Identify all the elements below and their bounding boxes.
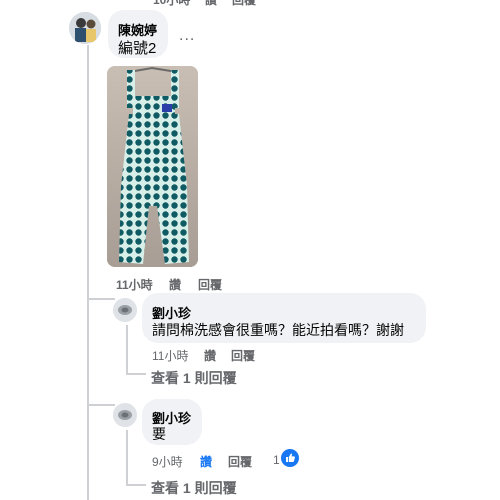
thread-line-connector-1 [87, 298, 115, 300]
reply-2-text: 要 [152, 426, 166, 442]
reply-1-avatar[interactable] [113, 298, 137, 322]
reply-1-reply-link[interactable]: 回覆 [231, 347, 255, 364]
thread-line-connector-2 [87, 404, 115, 406]
comment-time[interactable]: 11小時 [116, 276, 153, 293]
thread-line-main [87, 45, 89, 500]
thread-line-sub-2 [126, 430, 128, 486]
comment-text: 編號2 [118, 40, 157, 57]
thread-line-sub-2-hook [126, 484, 146, 486]
comment-reply-link[interactable]: 回覆 [198, 276, 222, 293]
thread-line-sub-1 [126, 325, 128, 375]
like-reaction-icon[interactable] [281, 449, 299, 467]
reply-2-view-replies[interactable]: 查看 1 則回覆 [151, 478, 237, 498]
reply-1-view-replies[interactable]: 查看 1 則回覆 [151, 368, 237, 388]
top-like-link[interactable]: 讚 [205, 0, 217, 8]
more-options-icon[interactable]: ... [179, 27, 195, 45]
comment-like-link[interactable]: 讚 [169, 276, 181, 293]
reply-2-reply-link[interactable]: 回覆 [228, 453, 252, 470]
top-time: 10小時 [153, 0, 191, 7]
reply-2-avatar[interactable] [113, 403, 137, 427]
top-reply-link[interactable]: 回覆 [232, 0, 256, 8]
reply-1-text: 請問棉洗感會很重嗎？能近拍看嗎？謝謝 [152, 322, 404, 338]
comment-photo[interactable] [107, 66, 198, 267]
reply-2-like-link[interactable]: 讚 [200, 453, 212, 470]
thread-line-sub-1-hook [126, 373, 146, 375]
reply-1-like-link[interactable]: 讚 [204, 347, 216, 364]
reply-1-time[interactable]: 11小時 [152, 347, 188, 364]
avatar[interactable] [69, 12, 101, 44]
reply-2-reaction-count[interactable]: 1 [273, 453, 280, 467]
reply-2-time[interactable]: 9小時 [152, 453, 183, 470]
